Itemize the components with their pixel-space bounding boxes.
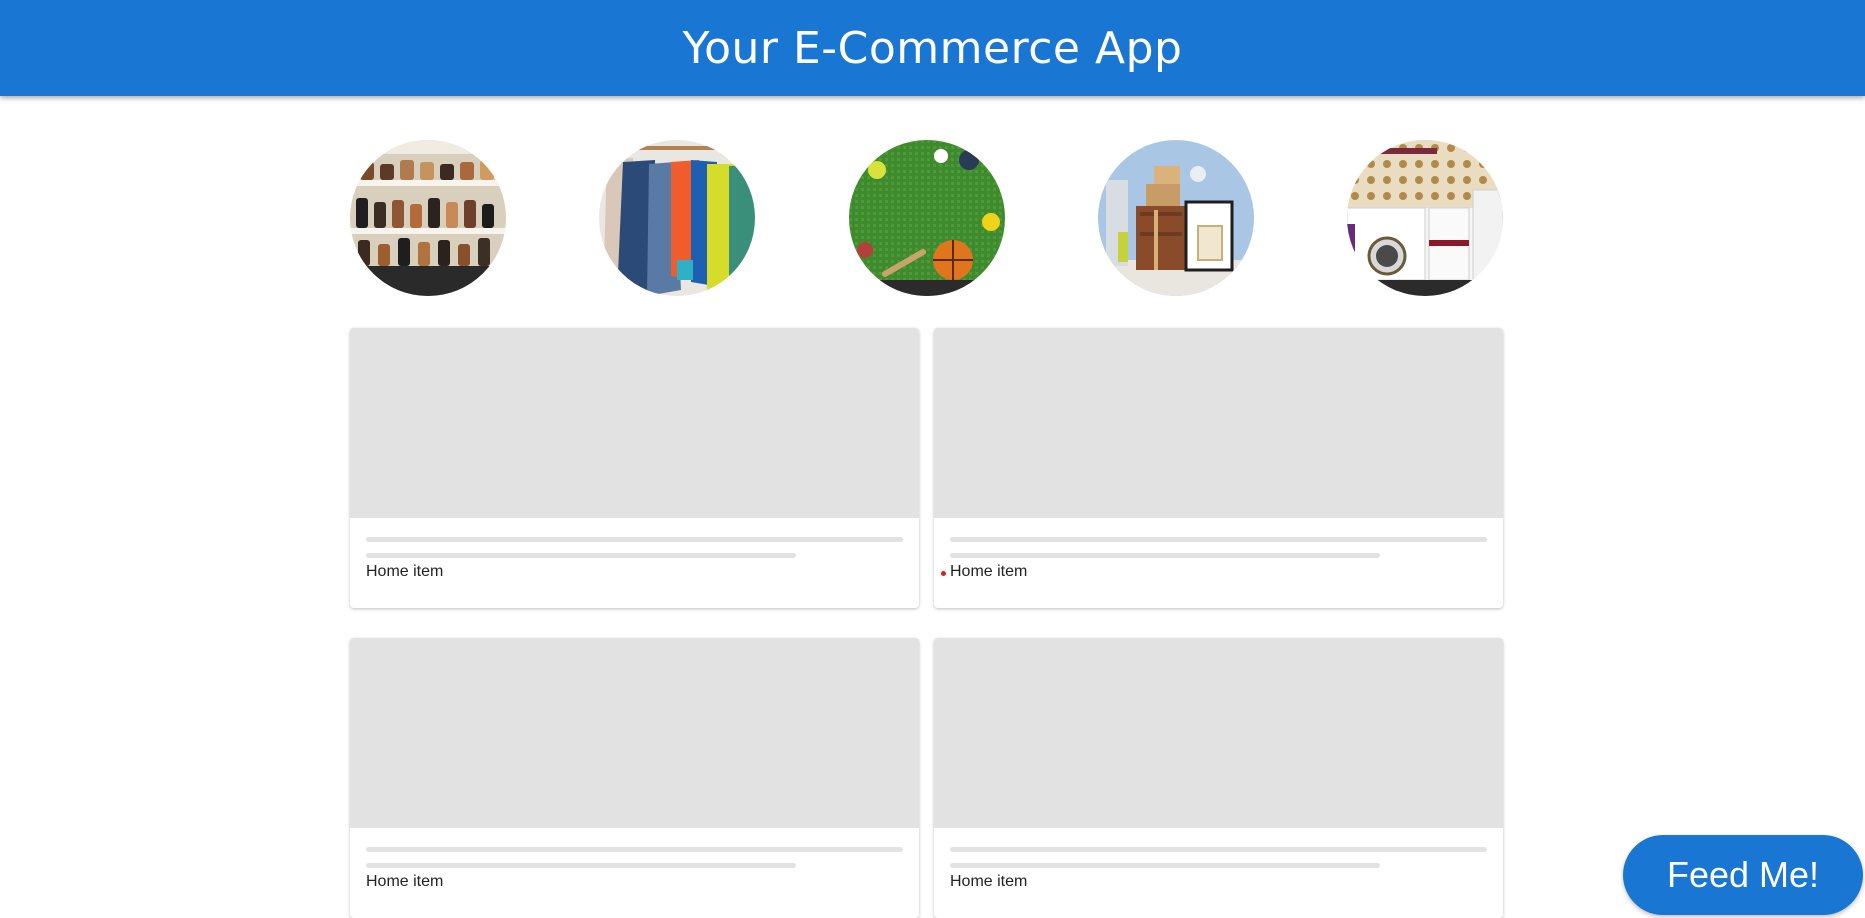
- skeleton-line: [950, 553, 1380, 558]
- product-card[interactable]: Home item: [350, 638, 919, 918]
- category-home-goods[interactable]: [1097, 140, 1254, 296]
- shoes-category-icon: [350, 140, 506, 296]
- product-image-placeholder: [934, 328, 1503, 518]
- category-clothing[interactable]: [599, 140, 756, 296]
- skeleton-line: [366, 537, 903, 542]
- feed-me-button[interactable]: Feed Me!: [1623, 835, 1863, 915]
- product-card[interactable]: Home item: [934, 328, 1503, 608]
- product-image-placeholder: [934, 638, 1503, 828]
- skeleton-line: [366, 863, 796, 868]
- product-image-placeholder: [350, 328, 919, 518]
- clothing-category-icon: [599, 140, 756, 296]
- product-card[interactable]: Home item: [934, 638, 1503, 918]
- product-card[interactable]: Home item: [350, 328, 919, 608]
- app-header: Your E-Commerce App: [0, 0, 1865, 96]
- home-goods-category-icon: [1097, 140, 1254, 296]
- skeleton-line: [950, 847, 1487, 852]
- category-carousel: [350, 140, 1503, 296]
- category-appliances[interactable]: [1347, 140, 1503, 296]
- skeleton-line: [950, 863, 1380, 868]
- appliances-category-icon: [1347, 140, 1503, 296]
- category-shoes[interactable]: [350, 140, 506, 296]
- notification-dot: [941, 571, 946, 576]
- product-label: Home item: [366, 873, 444, 890]
- product-image-placeholder: [350, 638, 919, 828]
- product-label: Home item: [950, 873, 1028, 890]
- product-grid: Home item Home item Home item Home item: [350, 328, 1503, 918]
- skeleton-line: [950, 537, 1487, 542]
- product-label: Home item: [950, 563, 1028, 580]
- page-title: Your E-Commerce App: [682, 22, 1183, 74]
- skeleton-line: [366, 553, 796, 558]
- category-sports[interactable]: [848, 140, 1005, 296]
- skeleton-line: [366, 847, 903, 852]
- sports-category-icon: [848, 140, 1005, 296]
- product-label: Home item: [366, 563, 444, 580]
